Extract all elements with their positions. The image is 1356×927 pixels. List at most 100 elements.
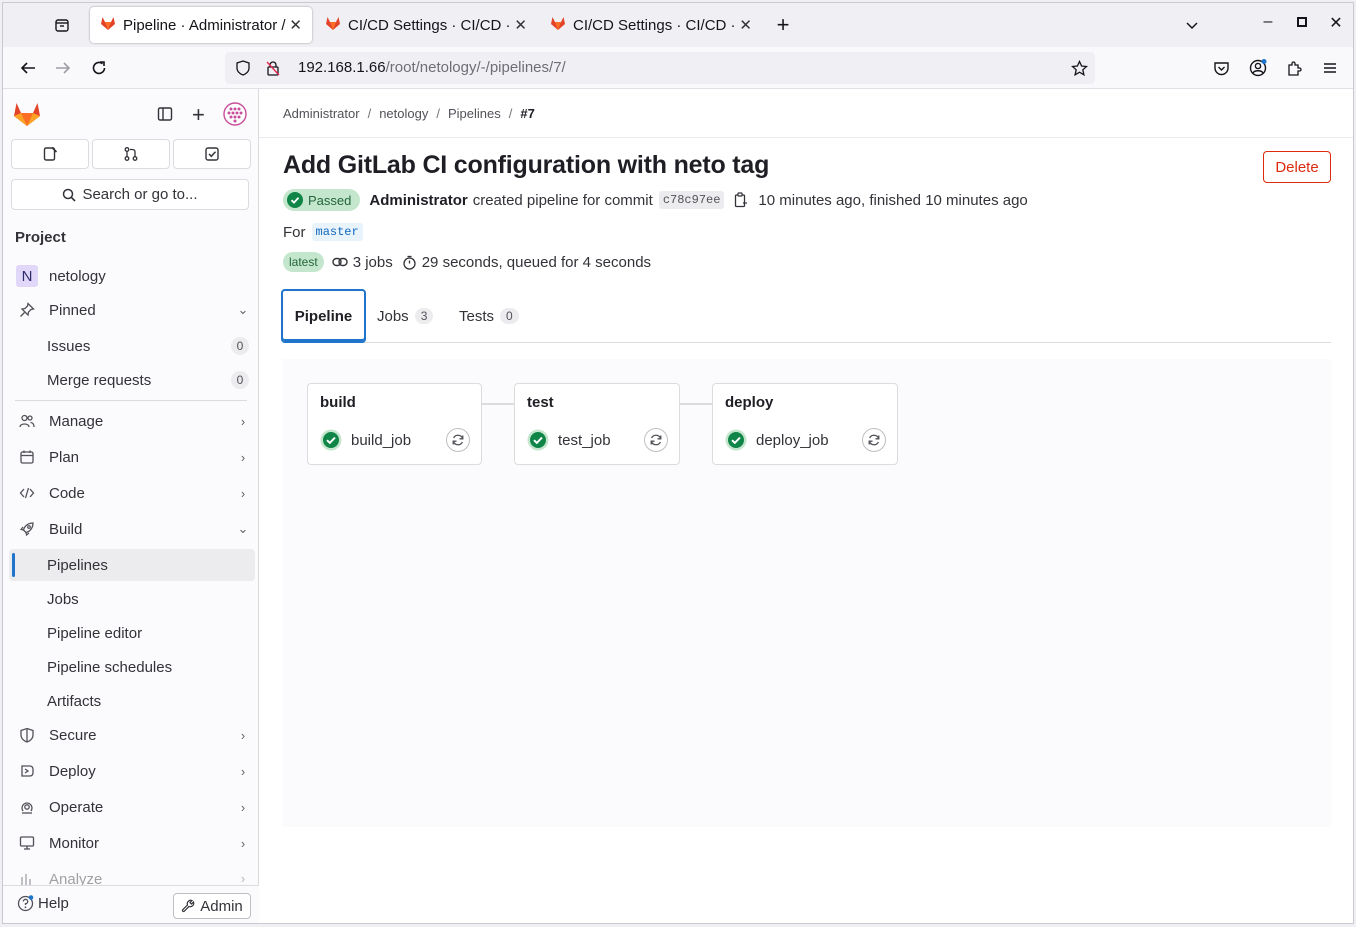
admin-area-button[interactable]: Admin (173, 893, 251, 919)
browser-tab-cicd-1[interactable]: CI/CD Settings · CI/CD · S ✕ (315, 7, 537, 43)
user-avatar[interactable] (223, 102, 247, 131)
app-menu-icon[interactable] (1315, 54, 1345, 82)
sidebar-item-manage[interactable]: Manage › (9, 405, 255, 437)
branch-link[interactable]: master (311, 223, 363, 241)
browser-tab-cicd-2[interactable]: CI/CD Settings · CI/CD · S ✕ (540, 7, 762, 43)
browser-navigation-bar: 192.168.1.66/root/netology/-/pipelines/7… (3, 47, 1353, 89)
forward-arrow-icon[interactable] (48, 54, 78, 82)
breadcrumb-link-administrator[interactable]: Administrator (283, 106, 360, 121)
insecure-lock-icon[interactable] (263, 60, 283, 76)
tab-count-badge: 3 (414, 308, 434, 324)
account-icon[interactable] (1243, 54, 1273, 82)
delete-pipeline-button[interactable]: Delete (1263, 151, 1331, 183)
commit-sha-link[interactable]: c78c97ee (658, 191, 725, 209)
pocket-icon[interactable] (1206, 54, 1236, 82)
back-arrow-icon[interactable] (13, 54, 43, 82)
retry-job-button[interactable] (446, 428, 470, 452)
sidebar-item-pipeline-schedules[interactable]: Pipeline schedules (9, 651, 255, 683)
sidebar-item-issues[interactable]: Issues 0 (9, 330, 255, 362)
sidebar-item-label: Pinned (49, 301, 96, 319)
job-item-test[interactable]: test_job (527, 428, 611, 452)
retry-job-button[interactable] (862, 428, 886, 452)
sidebar-item-jobs[interactable]: Jobs (9, 583, 255, 615)
duration-text: 29 seconds, queued for 4 seconds (421, 253, 652, 271)
status-badge[interactable]: Passed (283, 189, 361, 211)
sidebar-item-pinned[interactable]: Pinned ⌄ (9, 294, 255, 326)
sidebar-item-label: Jobs (47, 590, 79, 608)
job-item-deploy[interactable]: deploy_job (725, 428, 829, 452)
reload-icon[interactable] (84, 54, 114, 82)
close-tab-icon[interactable]: ✕ (739, 16, 752, 34)
sidebar-item-secure[interactable]: Secure › (9, 719, 255, 751)
sidebar-item-monitor[interactable]: Monitor › (9, 827, 255, 859)
assigned-issues-button[interactable] (11, 139, 89, 169)
search-icon (63, 188, 77, 202)
sidebar-item-label: Manage (49, 412, 104, 430)
sidebar-item-artifacts[interactable]: Artifacts (9, 685, 255, 717)
collapse-sidebar-icon[interactable] (157, 106, 173, 127)
breadcrumb-current[interactable]: #7 (520, 106, 534, 121)
url-host: 192.168.1.66 (298, 59, 386, 76)
gitlab-logo-icon[interactable] (13, 100, 41, 132)
retry-icon (868, 434, 880, 446)
timer-icon (402, 255, 417, 270)
tracking-shield-icon[interactable] (233, 60, 253, 76)
chevron-right-icon: › (240, 835, 246, 851)
tab-pipeline[interactable]: Pipeline (281, 289, 366, 343)
sidebar-project-link[interactable]: N netology (9, 260, 255, 292)
url-text[interactable]: 192.168.1.66/root/netology/-/pipelines/7… (298, 59, 566, 77)
create-new-plus-icon[interactable]: + (192, 102, 205, 128)
merge-requests-button[interactable] (92, 139, 170, 169)
sidebar-item-label: Code (49, 484, 85, 502)
close-tab-icon[interactable]: ✕ (289, 16, 302, 34)
close-window-icon[interactable]: ✕ (1324, 13, 1348, 33)
sidebar-item-operate[interactable]: Operate › (9, 791, 255, 823)
tab-jobs[interactable]: Jobs 3 (377, 289, 434, 343)
breadcrumb: Administrator / netology / Pipelines / #… (283, 106, 535, 121)
help-button[interactable]: Help (17, 895, 69, 912)
issues-count-badge: 0 (231, 337, 249, 355)
todo-checkbox-icon (205, 147, 219, 161)
sidebar-item-label: Build (49, 520, 83, 538)
sidebar-item-label: Issues (47, 337, 91, 355)
tab-tests[interactable]: Tests 0 (459, 289, 519, 343)
sidebar-item-pipelines[interactable]: Pipelines (9, 549, 255, 581)
tab-overview-icon[interactable] (47, 11, 77, 39)
deploy-icon (9, 763, 45, 779)
job-name: test_job (558, 431, 611, 449)
tab-label: Tests (459, 307, 495, 325)
breadcrumb-link-project[interactable]: netology (379, 106, 428, 121)
minimize-window-icon[interactable]: – (1256, 13, 1280, 31)
sidebar-item-code[interactable]: Code › (9, 477, 255, 509)
sidebar-item-deploy[interactable]: Deploy › (9, 755, 255, 787)
bookmark-star-icon[interactable] (1069, 59, 1089, 77)
sidebar-item-analyze[interactable]: Analyze › (9, 863, 255, 885)
new-tab-icon[interactable]: + (768, 11, 798, 39)
sidebar-item-plan[interactable]: Plan › (9, 441, 255, 473)
pipeline-meta-row: latest 3 jobs 29 seconds, queued for 4 s… (283, 252, 651, 272)
sidebar-item-merge-requests[interactable]: Merge requests 0 (9, 364, 255, 396)
browser-tab-pipeline[interactable]: Pipeline · Administrator / ✕ (90, 7, 312, 43)
pipeline-ref-row: For master (283, 223, 363, 241)
sidebar-item-pipeline-editor[interactable]: Pipeline editor (9, 617, 255, 649)
job-item-build[interactable]: build_job (320, 428, 411, 452)
sidebar-item-build[interactable]: Build ⌄ (9, 513, 255, 545)
extensions-icon[interactable] (1279, 54, 1309, 82)
stage-column-build: build build_job (307, 383, 482, 465)
search-label: Search or go to... (82, 186, 198, 203)
sidebar-search-button[interactable]: Search or go to... (11, 179, 249, 210)
address-bar[interactable]: 192.168.1.66/root/netology/-/pipelines/7… (225, 52, 1095, 84)
status-success-icon (527, 429, 549, 451)
close-tab-icon[interactable]: ✕ (514, 16, 527, 34)
pipeline-link-icon (331, 256, 348, 268)
jobs-count-text: 3 jobs (352, 253, 393, 271)
maximize-window-icon[interactable] (1290, 13, 1314, 33)
chevron-down-icon: ⌄ (237, 302, 249, 317)
url-path: /root/netology/-/pipelines/7/ (385, 59, 566, 76)
breadcrumb-link-pipelines[interactable]: Pipelines (448, 106, 501, 121)
list-tabs-chevron-icon[interactable] (1177, 11, 1207, 39)
todo-list-button[interactable] (173, 139, 251, 169)
copy-sha-icon[interactable] (734, 192, 748, 208)
retry-job-button[interactable] (644, 428, 668, 452)
pipeline-author-link[interactable]: Administrator (369, 192, 467, 209)
